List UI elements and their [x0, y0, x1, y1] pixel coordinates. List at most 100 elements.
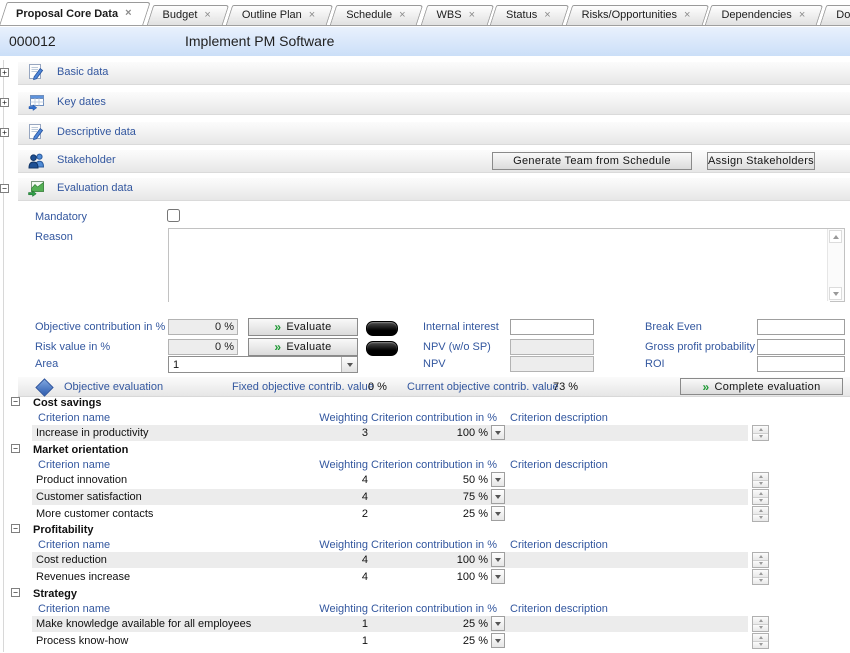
chevron-down-icon[interactable] [491, 552, 505, 567]
section-basic-data[interactable]: Basic data [18, 62, 850, 85]
table-row[interactable]: More customer contacts 2 25 % [0, 506, 850, 522]
step-down-icon[interactable] [753, 498, 768, 505]
quantity-stepper[interactable] [752, 633, 769, 649]
step-up-icon[interactable] [753, 617, 768, 625]
risk-value-field[interactable] [168, 339, 238, 355]
collapse-icon-evaluation-data[interactable]: − [0, 184, 9, 193]
step-down-icon[interactable] [753, 515, 768, 522]
step-down-icon[interactable] [753, 561, 768, 568]
step-up-icon[interactable] [753, 570, 768, 578]
chevron-down-icon[interactable] [491, 506, 505, 521]
npv-wo-sp-field[interactable] [510, 339, 594, 355]
close-icon[interactable]: × [684, 10, 690, 21]
scroll-down-icon[interactable] [829, 287, 842, 300]
tab-wbs[interactable]: WBS× [424, 5, 491, 25]
quantity-stepper[interactable] [752, 552, 769, 568]
quantity-stepper[interactable] [752, 472, 769, 488]
step-down-icon[interactable] [753, 625, 768, 632]
chevron-down-icon[interactable] [491, 633, 505, 648]
step-up-icon[interactable] [753, 426, 768, 434]
chevron-down-icon[interactable] [341, 357, 357, 372]
table-row[interactable]: Cost reduction 4 100 % [0, 552, 850, 568]
assign-stakeholders-button[interactable]: Assign Stakeholders [707, 152, 815, 170]
complete-evaluation-button[interactable]: »Complete evaluation [680, 378, 843, 395]
chevron-down-icon[interactable] [491, 425, 505, 440]
table-row[interactable]: Revenues increase 4 100 % [0, 569, 850, 585]
tab-dependencies[interactable]: Dependencies× [708, 5, 820, 25]
step-up-icon[interactable] [753, 490, 768, 498]
section-descriptive-data[interactable]: Descriptive data [18, 122, 850, 145]
tab-budget[interactable]: Budget× [150, 5, 226, 25]
step-up-icon[interactable] [753, 507, 768, 515]
table-row[interactable]: Product innovation 4 50 % [0, 472, 850, 488]
objective-contribution-label: Objective contribution in % [35, 321, 165, 333]
section-key-dates[interactable]: Key dates [18, 92, 850, 115]
table-row[interactable]: Process know-how 1 25 % [0, 633, 850, 649]
quantity-stepper[interactable] [752, 489, 769, 505]
calculation-icon[interactable] [366, 321, 398, 336]
internal-interest-field[interactable] [510, 319, 594, 335]
expand-icon-descriptive-data[interactable]: + [0, 128, 9, 137]
close-icon[interactable]: × [799, 10, 805, 21]
npv-label: NPV [423, 358, 446, 370]
collapse-icon[interactable]: − [11, 397, 20, 406]
chevron-down-icon[interactable] [491, 489, 505, 504]
expand-icon-basic-data[interactable]: + [0, 68, 9, 77]
step-up-icon[interactable] [753, 473, 768, 481]
table-row[interactable]: Increase in productivity 3 100 % [0, 425, 850, 441]
step-up-icon[interactable] [753, 634, 768, 642]
evaluate-risk-button[interactable]: »Evaluate [248, 338, 358, 356]
collapse-icon[interactable]: − [11, 444, 20, 453]
roi-label: ROI [645, 358, 665, 370]
generate-team-from-schedule-button[interactable]: Generate Team from Schedule [492, 152, 692, 170]
quantity-stepper[interactable] [752, 569, 769, 585]
section-evaluation-data[interactable]: Evaluation data [18, 178, 850, 201]
tab-status[interactable]: Status× [493, 5, 566, 25]
close-icon[interactable]: × [125, 8, 131, 19]
scroll-up-icon[interactable] [829, 230, 842, 243]
reason-textarea[interactable] [169, 229, 830, 303]
collapse-icon[interactable]: − [11, 588, 20, 597]
tab-risks-opportunities[interactable]: Risks/Opportunities× [569, 5, 706, 25]
mandatory-checkbox[interactable] [167, 209, 180, 222]
col-criterion-name: Criterion name [38, 603, 110, 615]
expand-icon-key-dates[interactable]: + [0, 98, 9, 107]
reason-scrollbar[interactable] [827, 229, 844, 301]
evaluate-objective-button[interactable]: »Evaluate [248, 318, 358, 336]
step-down-icon[interactable] [753, 434, 768, 441]
tab-schedule[interactable]: Schedule× [333, 5, 420, 25]
npv-field[interactable] [510, 356, 594, 372]
tab-outline-plan[interactable]: Outline Plan× [229, 5, 330, 25]
step-up-icon[interactable] [753, 553, 768, 561]
step-down-icon[interactable] [753, 481, 768, 488]
chevron-down-icon[interactable] [491, 472, 505, 487]
group-market-orientation: − Market orientation [0, 444, 850, 458]
quantity-stepper[interactable] [752, 425, 769, 441]
quantity-stepper[interactable] [752, 506, 769, 522]
step-down-icon[interactable] [753, 642, 768, 649]
section-stakeholder[interactable]: Stakeholder Generate Team from Schedule … [18, 150, 850, 173]
area-select[interactable]: 1 [168, 356, 358, 373]
roi-field[interactable] [757, 356, 845, 372]
fixed-objective-contrib-label: Fixed objective contrib. value [232, 381, 374, 393]
table-row[interactable]: Make knowledge available for all employe… [0, 616, 850, 632]
chevron-down-icon[interactable] [491, 616, 505, 631]
close-icon[interactable]: × [469, 10, 475, 21]
step-down-icon[interactable] [753, 578, 768, 585]
break-even-field[interactable] [757, 319, 845, 335]
col-contribution: Criterion contribution in % [370, 412, 497, 424]
tab-proposal-core-data[interactable]: Proposal Core Data× [3, 2, 147, 25]
quantity-stepper[interactable] [752, 616, 769, 632]
calculation-icon[interactable] [366, 341, 398, 356]
close-icon[interactable]: × [399, 10, 405, 21]
tab-documents[interactable]: Documents× [823, 5, 850, 25]
close-icon[interactable]: × [204, 10, 210, 21]
collapse-icon[interactable]: − [11, 524, 20, 533]
objective-contribution-field[interactable] [168, 319, 238, 335]
table-row[interactable]: Customer satisfaction 4 75 % [0, 489, 850, 505]
close-icon[interactable]: × [309, 10, 315, 21]
gross-profit-probability-field[interactable] [757, 339, 845, 355]
close-icon[interactable]: × [544, 10, 550, 21]
col-weighting: Weighting [273, 412, 368, 424]
chevron-down-icon[interactable] [491, 569, 505, 584]
